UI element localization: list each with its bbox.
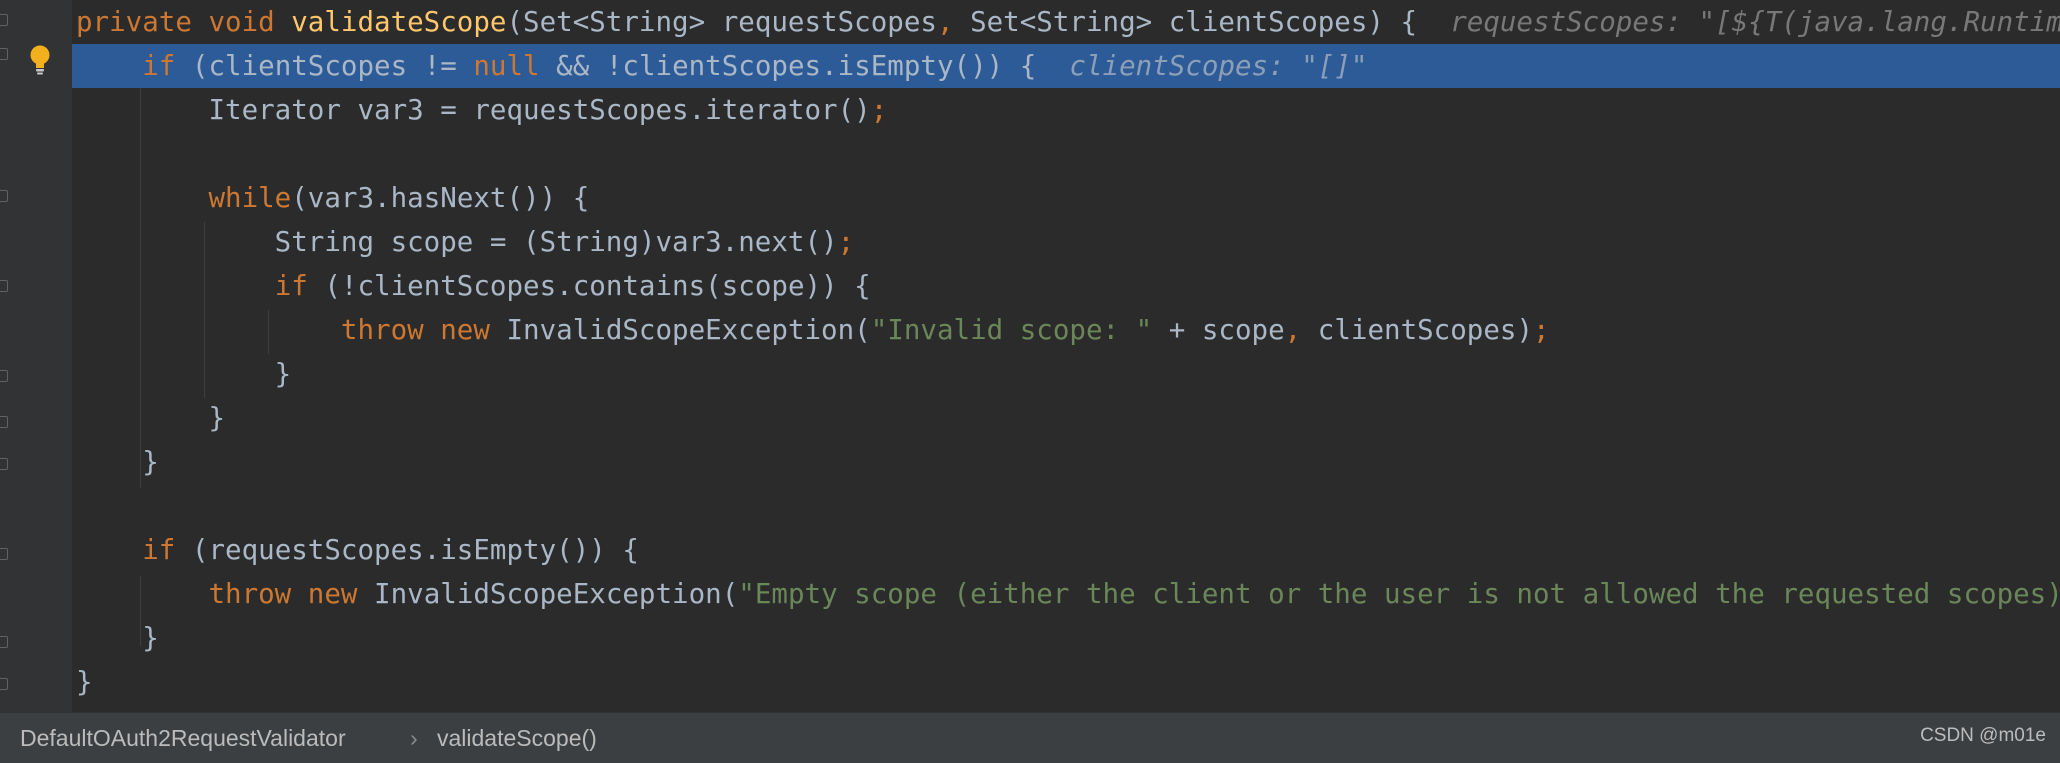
- code-token: throw new: [340, 314, 507, 346]
- code-token: validateScope: [291, 6, 507, 38]
- code-line[interactable]: throw new InvalidScopeException("Empty s…: [76, 572, 2060, 616]
- code-token: }: [76, 446, 159, 478]
- code-token: (Set<String> requestScopes: [506, 6, 937, 38]
- code-line[interactable]: }: [76, 616, 159, 660]
- code-token: ,: [1284, 314, 1318, 346]
- fold-marker-icon[interactable]: [0, 14, 10, 28]
- fold-marker-icon[interactable]: [0, 458, 10, 472]
- fold-marker-icon[interactable]: [0, 48, 10, 62]
- breadcrumb-method[interactable]: validateScope(): [437, 713, 597, 763]
- code-token: (requestScopes.isEmpty()) {: [191, 534, 639, 566]
- code-token: while: [208, 182, 292, 214]
- code-token: null: [473, 50, 557, 82]
- code-line[interactable]: }: [76, 396, 225, 440]
- code-line[interactable]: String scope = (String)var3.next();: [76, 220, 855, 264]
- code-token: InvalidScopeException(: [506, 314, 871, 346]
- fold-marker-icon[interactable]: [0, 548, 10, 562]
- code-line[interactable]: private void validateScope(Set<String> r…: [76, 0, 2060, 44]
- fold-marker-icon[interactable]: [0, 280, 10, 294]
- code-token: if: [274, 270, 325, 302]
- code-token: ;: [837, 226, 855, 258]
- navigation-breadcrumb-bar: DefaultOAuth2RequestValidator › validate…: [0, 712, 2060, 763]
- inline-debug-hint: clientScopes: "[]": [1069, 50, 1368, 82]
- code-token: Iterator var3 = requestScopes.iterator(): [76, 94, 871, 126]
- code-line[interactable]: if (requestScopes.isEmpty()) {: [76, 528, 639, 572]
- fold-marker-icon[interactable]: [0, 370, 10, 384]
- code-token: private void: [76, 6, 292, 38]
- code-token: if: [142, 50, 192, 82]
- code-line[interactable]: Iterator var3 = requestScopes.iterator()…: [76, 88, 887, 132]
- code-line[interactable]: }: [76, 440, 159, 484]
- code-line[interactable]: throw new InvalidScopeException("Invalid…: [76, 308, 1550, 352]
- code-token: "Empty scope (either the client or the u…: [738, 578, 2060, 610]
- code-token: throw new: [208, 578, 375, 610]
- code-line[interactable]: while(var3.hasNext()) {: [76, 176, 589, 220]
- code-line[interactable]: if (!clientScopes.contains(scope)) {: [76, 264, 871, 308]
- code-token: }: [76, 402, 226, 434]
- code-token: InvalidScopeException(: [374, 578, 739, 610]
- code-token: "Invalid scope: ": [870, 314, 1169, 346]
- code-token: clientScopes): [1317, 314, 1534, 346]
- lightbulb-icon[interactable]: [27, 44, 53, 76]
- fold-marker-icon[interactable]: [0, 678, 10, 692]
- fold-marker-icon[interactable]: [0, 416, 10, 430]
- code-token: }: [76, 358, 292, 390]
- code-line[interactable]: }: [76, 660, 93, 704]
- code-line[interactable]: if (clientScopes != null && !clientScope…: [76, 44, 1367, 88]
- editor-gutter[interactable]: [0, 0, 72, 712]
- code-token: String scope = (String)var3.next(): [76, 226, 838, 258]
- code-token: (var3.hasNext()) {: [291, 182, 590, 214]
- code-token: ,: [936, 6, 971, 38]
- fold-marker-icon[interactable]: [0, 190, 10, 204]
- code-token: ;: [1533, 314, 1550, 346]
- code-token: ;: [870, 94, 888, 126]
- breadcrumb-separator-icon: ›: [410, 725, 418, 751]
- fold-marker-icon[interactable]: [0, 636, 10, 650]
- code-token: (!clientScopes.contains(scope)) {: [324, 270, 871, 302]
- code-editor[interactable]: private void validateScope(Set<String> r…: [0, 0, 2060, 712]
- inline-debug-hint: requestScopes: "[${T(java.lang.Runtime).…: [1450, 6, 2060, 38]
- code-token: }: [76, 622, 159, 654]
- code-token: if: [142, 534, 192, 566]
- code-token: (clientScopes !=: [191, 50, 474, 82]
- breadcrumb-class[interactable]: DefaultOAuth2RequestValidator: [20, 713, 346, 763]
- code-line[interactable]: }: [76, 352, 292, 396]
- code-token: }: [76, 666, 93, 698]
- watermark: CSDN @m01e: [1920, 725, 2046, 746]
- code-token: + scope: [1168, 314, 1285, 346]
- code-token: && !clientScopes.isEmpty()) {: [556, 50, 1070, 82]
- code-token: Set<String> clientScopes) {: [970, 6, 1451, 38]
